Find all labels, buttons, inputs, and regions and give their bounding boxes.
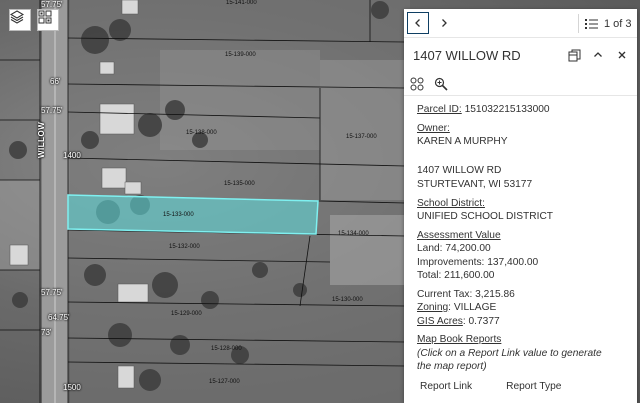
map-book-reports-heading: Map Book Reports <box>417 334 502 345</box>
land-value: Land: 74,200.00 <box>417 243 491 254</box>
close-button[interactable] <box>614 47 630 63</box>
zoning-value: : VILLAGE <box>448 302 497 313</box>
school-district-value: UNIFIED SCHOOL DISTRICT <box>417 211 554 222</box>
next-feature-button[interactable] <box>433 12 455 34</box>
zoom-in-icon <box>434 77 448 91</box>
parcel-id-value: 151032215133000 <box>464 104 550 115</box>
lot-dimension: 57.75' <box>41 288 63 297</box>
map-book-note: (Click on a Report Link value to generat… <box>417 347 602 373</box>
parcel-number-label: 15-135-000 <box>224 181 255 187</box>
parcel-number-label: 15-127-000 <box>209 379 240 385</box>
divider <box>578 14 579 33</box>
layers-icon <box>10 10 24 24</box>
list-icon <box>585 18 598 29</box>
chevron-up-icon <box>594 52 602 57</box>
dock-button[interactable] <box>566 47 582 63</box>
pager-count: 1 of 3 <box>604 17 632 30</box>
address-line1: 1407 WILLOW RD <box>417 164 502 176</box>
parcel-number-label: 15-134-000 <box>338 231 369 237</box>
street-label: WILLOW <box>37 121 46 158</box>
lot-dimension: 57.75' <box>41 106 63 115</box>
collapse-button[interactable] <box>590 47 606 63</box>
lot-dimension: 57.75' <box>41 0 63 9</box>
basemap-gallery-icon <box>38 10 52 24</box>
parcel-number-label: 15-132-000 <box>169 244 200 250</box>
zoom-to-button[interactable] <box>434 77 448 91</box>
address-number: 1400 <box>63 151 81 160</box>
field-label-owner: Owner: <box>417 122 450 134</box>
field-label-parcel-id: Parcel ID: <box>417 104 462 115</box>
popup-actions <box>404 72 637 96</box>
assessment-heading: Assessment Value <box>417 229 501 241</box>
owner-value: KAREN A MURPHY <box>417 136 508 147</box>
previous-feature-button[interactable] <box>407 12 429 34</box>
parcel-number-label: 15-133-000 <box>163 212 194 218</box>
gis-acres-value: : 0.7377 <box>462 315 500 327</box>
zoning-label: Zoning <box>417 302 449 313</box>
address-number: 1500 <box>63 383 81 392</box>
select-features-button[interactable] <box>410 77 424 91</box>
gis-acres-label: GIS Acres <box>417 315 463 327</box>
parcel-number-label: 15-129-000 <box>171 311 202 317</box>
lot-dimension: 64.75' <box>48 313 70 322</box>
address-line2: STURTEVANT, WI 53177 <box>417 179 533 190</box>
basemap-gallery-button[interactable] <box>37 9 59 31</box>
feature-list-toggle[interactable]: 1 of 3 <box>585 14 632 33</box>
dock-icon <box>568 49 580 61</box>
select-features-icon <box>410 77 424 90</box>
total-value: Total: 211,600.00 <box>417 270 495 281</box>
chevron-left-icon <box>415 19 420 27</box>
popup-navigation: 1 of 3 <box>404 9 637 38</box>
report-table-header: Report Link Report Type <box>420 380 625 394</box>
parcel-number-label: 15-130-000 <box>332 297 363 303</box>
close-icon <box>618 51 626 59</box>
parcel-number-label: 15-128-000 <box>211 346 242 352</box>
field-label-school-district: School District: <box>417 197 485 209</box>
parcel-number-label: 15-139-000 <box>225 52 256 58</box>
parcel-number-label: 15-137-000 <box>346 134 377 140</box>
popup-header: 1407 WILLOW RD <box>404 38 637 72</box>
lot-dimension: 66' <box>50 77 61 86</box>
improvements-value: Improvements: 137,400.00 <box>417 256 539 268</box>
layers-button[interactable] <box>9 9 31 31</box>
parcel-number-label: 15-141-000 <box>226 0 257 6</box>
feature-popup: 1 of 3 1407 WILLOW RD Parcel ID: 1510322… <box>404 9 637 403</box>
popup-title: 1407 WILLOW RD <box>413 47 521 63</box>
column-report-type: Report Type <box>506 380 562 392</box>
chevron-right-icon <box>442 19 447 27</box>
lot-dimension: 73' <box>41 328 52 337</box>
current-tax-value: Current Tax: 3,215.86 <box>417 288 515 300</box>
parcel-number-label: 15-138-000 <box>186 130 217 136</box>
column-report-link: Report Link <box>420 380 473 392</box>
popup-content: Parcel ID: 151032215133000 Owner: KAREN … <box>404 96 637 393</box>
